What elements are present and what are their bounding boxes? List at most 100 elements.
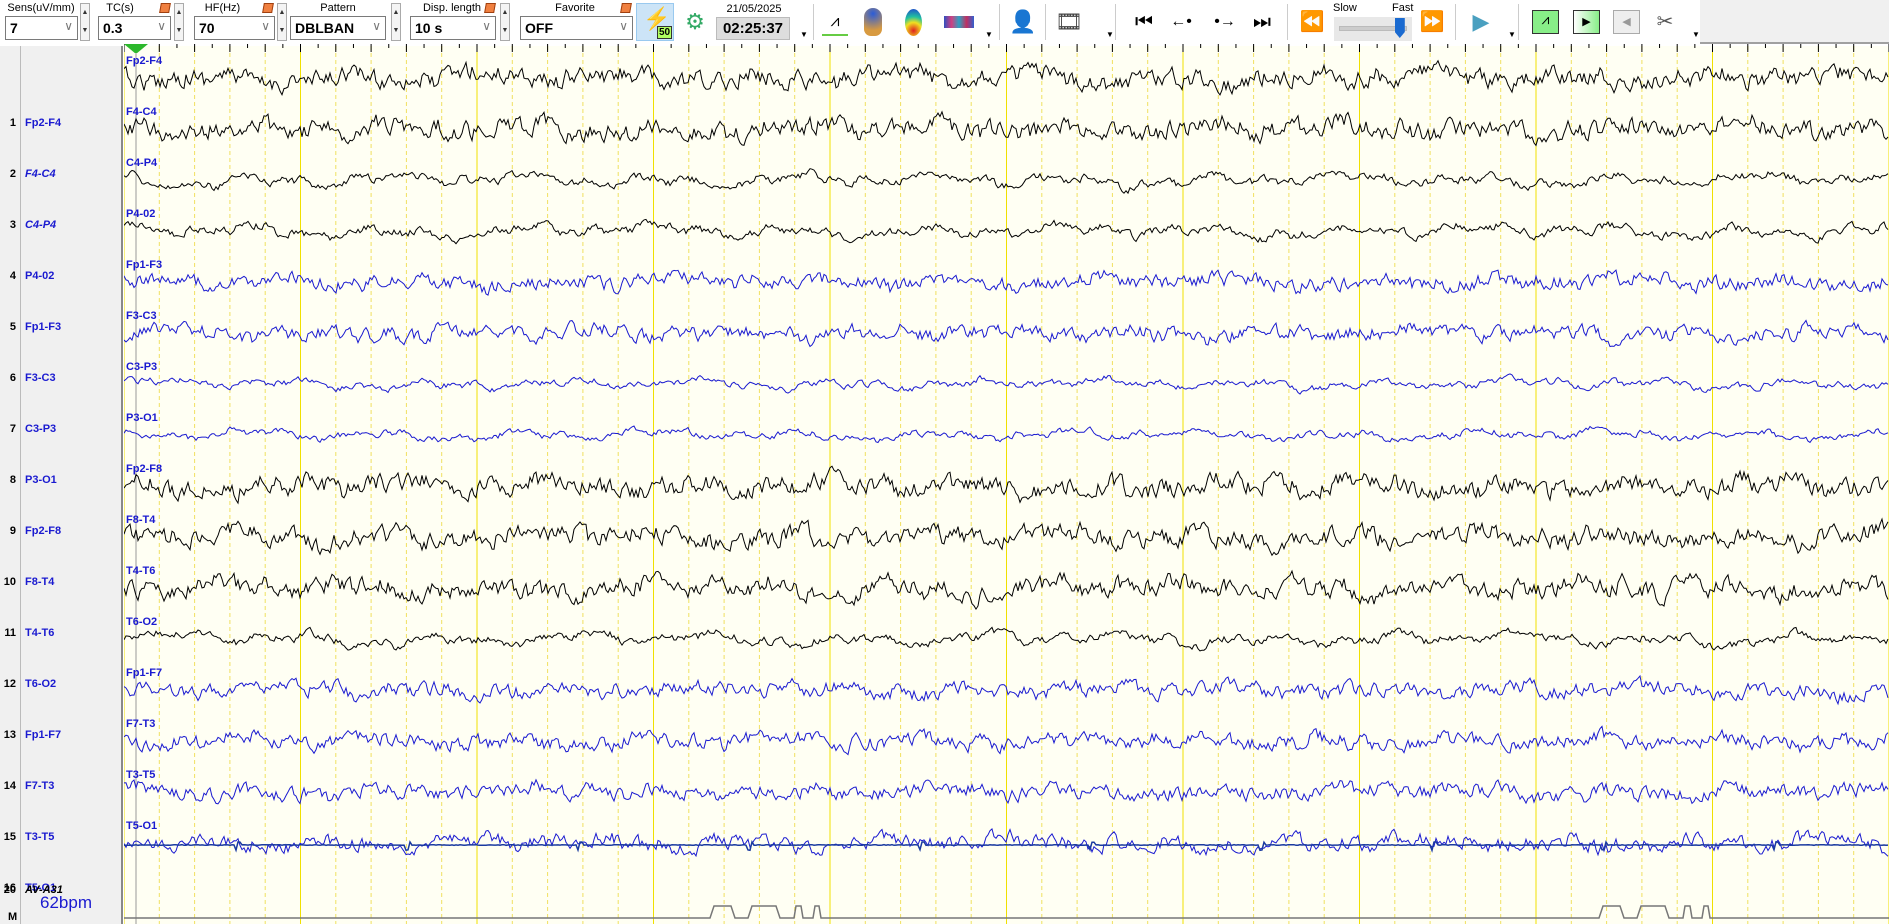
speed-fast-label: Fast [1392,2,1414,14]
channel-label-fp1-f3[interactable]: 5 Fp1-F3 [0,321,122,337]
channel-number: 20 [3,884,16,896]
speed-slider[interactable] [1334,17,1412,41]
speed-slow-label: Slow [1333,2,1357,14]
hf-dropdown[interactable]: 70 ∨ [194,16,275,40]
play-icon[interactable]: ▶ [1470,8,1492,36]
channel-label-c3-p3[interactable]: 7 C3-P3 [0,423,122,439]
channel-label-t6-o2[interactable]: 12 T6-O2 [0,678,122,694]
notch-filter-button[interactable]: ⚡ 50 [636,3,674,41]
pencil-icon[interactable] [484,3,496,13]
step-forward-icon[interactable]: •→ [1212,8,1238,36]
favorite-dropdown[interactable]: OFF ∨ [520,16,633,40]
channel-label-f8-t4[interactable]: 10 F8-T4 [0,576,122,592]
chevron-down-icon: ∨ [157,19,166,33]
inline-channel-label: P4-02 [126,208,155,220]
channel-label-p4-02[interactable]: 4 P4-02 [0,270,122,286]
step-back-icon[interactable]: ←• [1170,8,1192,36]
mark-end-icon[interactable]: ◀ [1613,10,1640,34]
channel-number: 10 [3,576,16,588]
channel-name: C3-P3 [25,423,57,435]
inline-channel-label: T5-O1 [126,820,157,832]
spectrum-icon[interactable] [944,16,974,28]
topography-icon[interactable] [905,9,922,36]
divider [1045,4,1046,40]
tc-label: TC(s) [106,2,134,14]
channel-name: P4-02 [25,270,55,282]
tc-dropdown[interactable]: 0.3 ∨ [98,16,171,40]
event-waveform-icon[interactable]: ⩘ [1532,10,1559,34]
hf-value: 70 [199,20,215,36]
channel-number: 11 [4,627,16,639]
channel-label-panel: 1 Fp2-F4 2 F4-C4 3 C4-P4 4 P4-02 5 Fp1-F3 6 F3-C3 7 C… [0,46,123,924]
caret-icon[interactable]: ▼ [800,30,808,39]
hf-spinner[interactable]: ▲ ▼ [277,3,287,41]
pattern-dropdown[interactable]: DBLBAN ∨ [290,16,386,40]
channel-name: Fp2-F8 [25,525,62,537]
slider-thumb[interactable] [1394,18,1405,38]
fast-forward-icon[interactable]: ⏩ [1418,8,1446,36]
channel-label-p3-o1[interactable]: 8 P3-O1 [0,474,122,490]
divider [1455,4,1456,40]
caret-icon[interactable]: ▼ [985,30,993,39]
channel-number: 8 [9,474,16,486]
eeg-trace-area[interactable]: Fp2-F4 F4-C4 C4-P4 P4-02 Fp1-F3 F3-C3 C3-P3 P3-… [124,46,1889,924]
channel-number: 5 [9,321,16,333]
time-ruler[interactable] [124,44,1889,53]
pencil-icon[interactable] [262,3,274,13]
sens-dropdown[interactable]: 7 ∨ [5,16,78,40]
channel-name: P3-O1 [25,474,57,486]
inline-channel-label: C3-P3 [126,361,157,373]
montage-settings-icon[interactable]: ⚙ [678,8,712,36]
channel-label-fp2-f4[interactable]: 1 Fp2-F4 [0,117,122,133]
mark-start-icon[interactable]: ▶ [1573,10,1600,34]
channel-label-fp2-f8[interactable]: 9 Fp2-F8 [0,525,122,541]
inline-channel-label: Fp1-F7 [126,667,162,679]
channel-label-t4-t6[interactable]: 11 T4-T6 [0,627,122,643]
inline-channel-label: P3-O1 [126,412,158,424]
channel-label-f3-c3[interactable]: 6 F3-C3 [0,372,122,388]
divider [1115,4,1116,40]
start-marker-icon[interactable] [124,44,148,53]
go-to-end-icon[interactable]: ⏭ [1253,8,1271,36]
chevron-down-icon: ∨ [372,19,381,33]
rewind-icon[interactable]: ⏪ [1298,8,1326,36]
caret-icon[interactable]: ▼ [1106,30,1114,39]
head-map-icon[interactable] [864,8,882,36]
date-label: 21/05/2025 [726,3,782,15]
channel-number: 12 [3,678,16,690]
pencil-icon[interactable] [159,3,171,13]
channel-number: 4 [9,270,16,282]
disp-length-dropdown[interactable]: 10 s ∨ [410,16,496,40]
inline-channel-label: F4-C4 [126,106,157,118]
channel-label-t3-t5[interactable]: 15 T3-T5 [0,831,122,847]
channel-label-f7-t3[interactable]: 14 F7-T3 [0,780,122,796]
waveform-marker-icon[interactable]: ⩘ [822,8,848,36]
caret-icon[interactable]: ▼ [1508,30,1516,39]
disp-length-spinner[interactable]: ▲ ▼ [500,3,510,41]
pencil-icon[interactable] [620,3,632,13]
time-display[interactable]: 02:25:37 [716,17,790,40]
pattern-spinner[interactable]: ▲ ▼ [391,3,401,41]
tc-spinner[interactable]: ▲ ▼ [174,3,184,41]
channel-name: F3-C3 [25,372,56,384]
inline-channel-label: Fp2-F8 [126,463,162,475]
sens-spinner[interactable]: ▲ ▼ [80,3,90,41]
go-to-start-icon[interactable]: ⏮ [1135,8,1153,36]
toolbar: Sens(uV/mm) 7 ∨ ▲ ▼ TC(s) 0.3 ∨ ▲ ▼ HF(Hz) 7… [0,0,1889,44]
channel-number: 9 [9,525,16,537]
channel-number: 14 [3,780,16,792]
channel-label-fp1-f7[interactable]: 13 Fp1-F7 [0,729,122,745]
cut-clip-icon[interactable]: ✂ [1650,8,1680,36]
patient-info-icon[interactable]: 👤 [1008,8,1038,36]
channel-number: 2 [9,168,16,180]
caret-icon[interactable]: ▼ [1692,30,1700,39]
pattern-label: Pattern [320,2,356,14]
channel-name: F8-T4 [25,576,55,588]
channel-label-f4-c4[interactable]: 2 F4-C4 [0,168,122,184]
channel-name: T4-T6 [25,627,55,639]
video-icon[interactable]: 🎞 [1053,8,1085,36]
channel-label-c4-p4[interactable]: 3 C4-P4 [0,219,122,235]
pattern-value: DBLBAN [295,20,355,36]
channel-name: Fp1-F3 [25,321,62,333]
divider [999,4,1000,40]
